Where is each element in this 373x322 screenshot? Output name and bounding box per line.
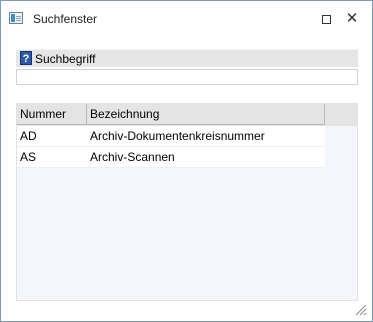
column-header-nummer[interactable]: Nummer — [17, 104, 87, 125]
close-button[interactable]: ✕ — [341, 9, 363, 29]
cell-bezeichnung: Archiv-Dokumentenkreisnummer — [90, 129, 265, 143]
cell-bezeichnung: Archiv-Scannen — [90, 150, 175, 164]
column-header-bezeichnung[interactable]: Bezeichnung — [87, 104, 325, 125]
search-label: Suchbegriff — [35, 52, 96, 66]
maximize-button[interactable] — [315, 9, 337, 29]
search-label-bar: ? Suchbegriff — [16, 49, 358, 67]
table-row[interactable]: AS Archiv-Scannen — [17, 147, 325, 168]
cell-nummer: AS — [20, 150, 37, 164]
results-table: Nummer Bezeichnung AD Archiv-Dokumentenk… — [16, 103, 358, 301]
help-icon[interactable]: ? — [20, 51, 32, 65]
title-bar[interactable]: Suchfenster ✕ — [1, 1, 372, 37]
close-icon: ✕ — [345, 10, 359, 27]
cell-nummer: AD — [20, 129, 37, 143]
search-window: Suchfenster ✕ ? Suchbegriff Nummer Bezei… — [0, 0, 373, 322]
window-title: Suchfenster — [33, 12, 98, 26]
search-input[interactable] — [16, 69, 358, 85]
app-icon — [9, 12, 23, 24]
table-row[interactable]: AD Archiv-Dokumentenkreisnummer — [17, 126, 325, 147]
maximize-icon — [321, 14, 331, 24]
resize-grip-icon[interactable] — [353, 302, 367, 316]
